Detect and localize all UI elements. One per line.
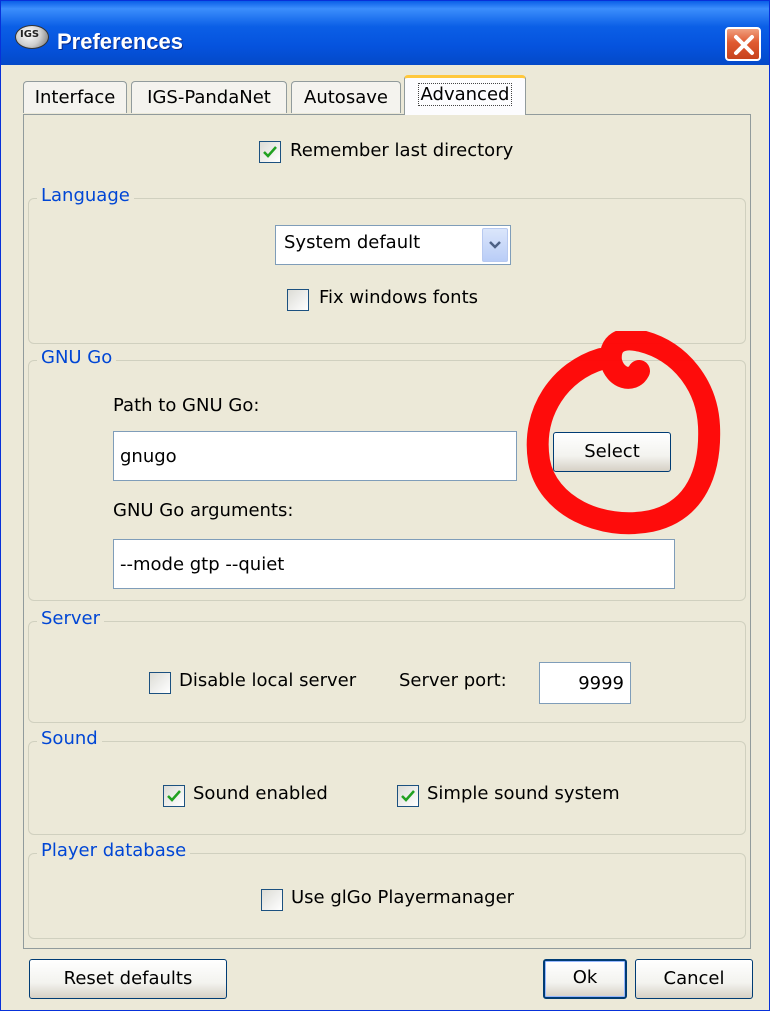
select-button-label: Select — [584, 441, 640, 462]
dropdown-button[interactable] — [482, 228, 508, 262]
tab-autosave[interactable]: Autosave — [291, 81, 401, 113]
checkmark-icon — [401, 790, 415, 802]
gnugo-path-label: Path to GNU Go: — [113, 395, 260, 416]
disable-local-server-checkbox[interactable] — [149, 672, 171, 694]
player-database-group-title: Player database — [37, 840, 191, 861]
close-icon — [734, 35, 754, 55]
ok-button[interactable]: Ok — [543, 959, 627, 999]
sound-group: Sound Sound enabled Simple sound system — [28, 728, 746, 835]
tab-label: Autosave — [304, 87, 388, 108]
use-playermanager-checkbox[interactable] — [261, 889, 283, 911]
gnugo-group: GNU Go Path to GNU Go: gnugo Select GNU … — [28, 347, 746, 601]
remember-last-directory-label: Remember last directory — [290, 140, 514, 161]
reset-defaults-button[interactable]: Reset defaults — [29, 959, 227, 999]
ok-label: Ok — [572, 967, 598, 988]
checkmark-icon — [263, 146, 277, 158]
player-database-group: Player database Use glGo Playermanager — [28, 840, 746, 939]
tab-interface[interactable]: Interface — [23, 81, 127, 113]
window-title: Preferences — [57, 29, 183, 54]
advanced-panel: Remember last directory Language System … — [23, 114, 751, 949]
language-group-title: Language — [37, 185, 134, 206]
close-button[interactable] — [725, 27, 761, 61]
tab-label: Interface — [34, 87, 116, 108]
gnugo-group-title: GNU Go — [37, 347, 117, 368]
sound-enabled-checkbox[interactable] — [163, 785, 185, 807]
server-port-label: Server port: — [399, 670, 507, 691]
fix-windows-fonts-label: Fix windows fonts — [319, 287, 479, 308]
gnugo-arguments-value: --mode gtp --quiet — [120, 553, 285, 575]
tab-advanced[interactable]: Advanced — [404, 75, 526, 115]
remember-last-directory-checkbox[interactable] — [259, 141, 281, 163]
tab-label: IGS-PandaNet — [147, 87, 271, 108]
title-bar[interactable]: IGS Preferences — [1, 1, 769, 65]
select-button[interactable]: Select — [553, 432, 671, 472]
tab-igs-pandanet[interactable]: IGS-PandaNet — [131, 81, 287, 113]
gnugo-path-input[interactable]: gnugo — [113, 431, 517, 481]
server-port-input[interactable]: 9999 — [539, 662, 631, 704]
cancel-button[interactable]: Cancel — [635, 959, 753, 999]
chevron-down-icon — [489, 241, 501, 249]
sound-enabled-label: Sound enabled — [193, 783, 328, 804]
server-port-value: 9999 — [578, 672, 624, 694]
language-group: Language System default Fix windows font… — [28, 185, 746, 344]
app-icon: IGS — [15, 25, 49, 49]
gnugo-arguments-label: GNU Go arguments: — [113, 500, 294, 521]
disable-local-server-label: Disable local server — [179, 670, 357, 691]
gnugo-arguments-input[interactable]: --mode gtp --quiet — [113, 539, 675, 589]
cancel-label: Cancel — [663, 968, 725, 989]
simple-sound-system-checkbox[interactable] — [397, 785, 419, 807]
reset-defaults-label: Reset defaults — [63, 968, 193, 989]
language-select[interactable]: System default — [275, 225, 511, 265]
sound-group-title: Sound — [37, 728, 102, 749]
preferences-window: IGS Preferences Interface IGS-PandaNet A… — [0, 0, 770, 1011]
simple-sound-system-label: Simple sound system — [427, 783, 620, 804]
fix-windows-fonts-checkbox[interactable] — [287, 289, 309, 311]
server-group-title: Server — [37, 608, 105, 629]
tab-label: Advanced — [417, 83, 513, 106]
language-select-value: System default — [284, 232, 421, 253]
use-playermanager-label: Use glGo Playermanager — [291, 887, 515, 908]
checkmark-icon — [167, 790, 181, 802]
gnugo-path-value: gnugo — [120, 445, 177, 467]
server-group: Server Disable local server Server port:… — [28, 608, 746, 723]
